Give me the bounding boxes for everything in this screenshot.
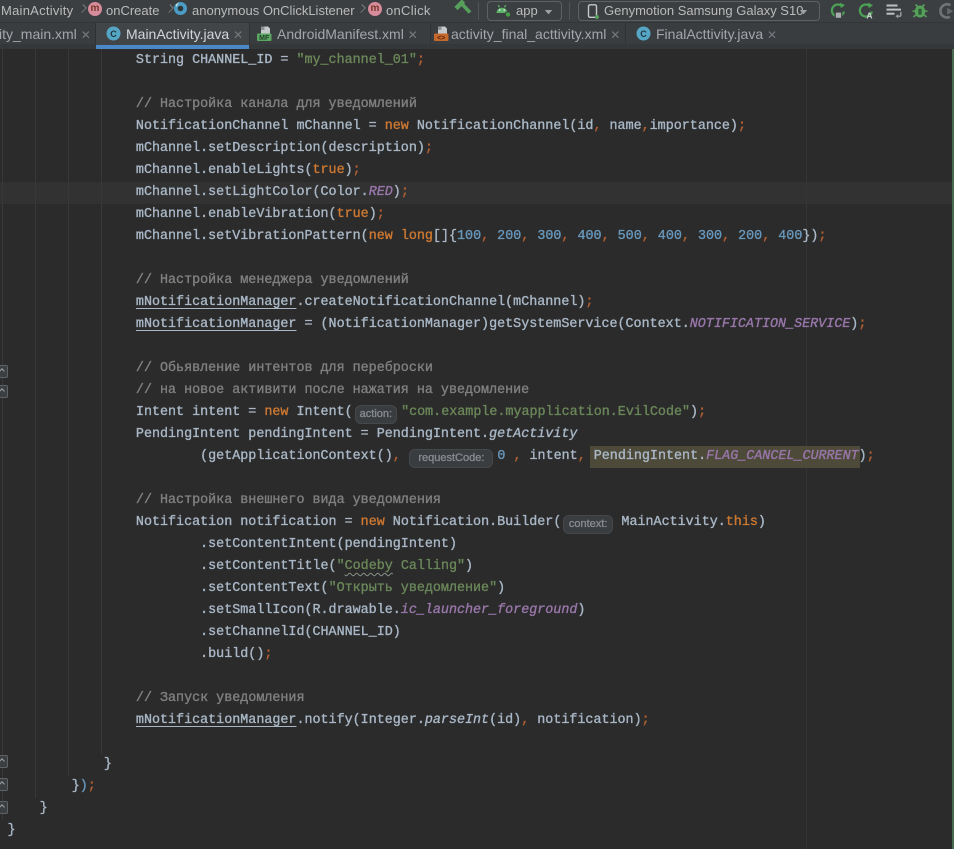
svg-text:MF: MF: [259, 35, 270, 42]
svg-text:<>: <>: [437, 35, 445, 42]
svg-text:C: C: [110, 29, 117, 39]
svg-text:A: A: [866, 10, 872, 20]
svg-text:C: C: [640, 29, 647, 39]
